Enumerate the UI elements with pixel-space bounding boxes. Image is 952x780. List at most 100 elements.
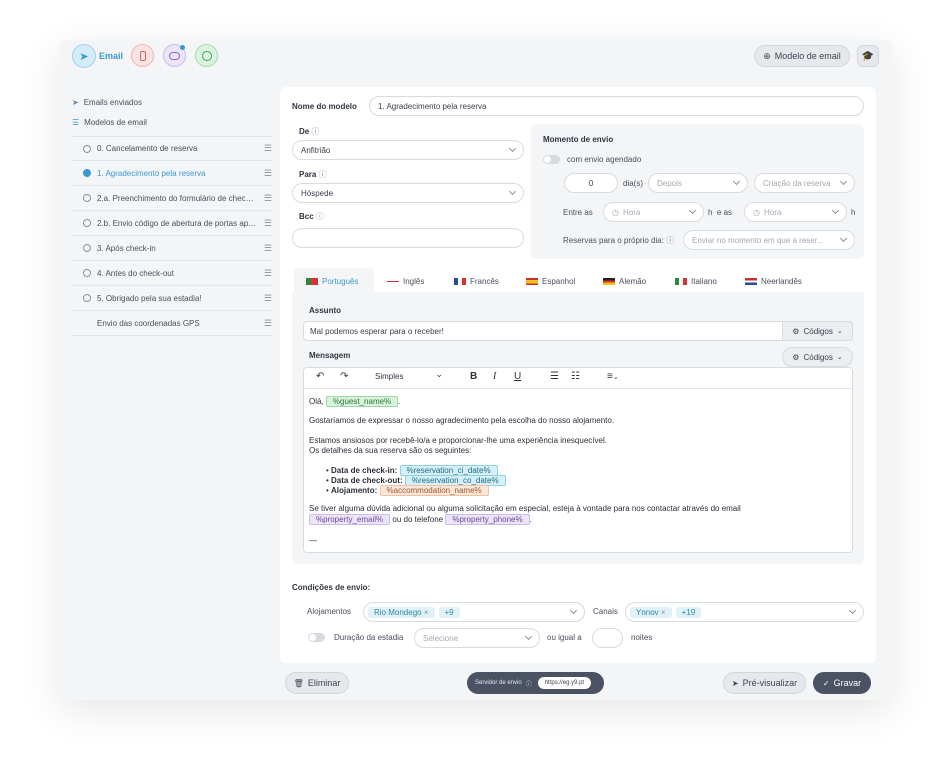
and-label: h e as — [708, 208, 733, 217]
subject-input[interactable]: Mal podemos esperar para o receber! — [303, 321, 853, 341]
chat-icon — [169, 51, 180, 60]
stay-duration-toggle[interactable] — [308, 633, 325, 642]
drag-handle-icon[interactable]: ☰ — [264, 268, 272, 279]
message-codes-button[interactable]: ⚙ Códigos ⌄ — [782, 347, 853, 367]
drag-handle-icon[interactable]: ☰ — [264, 168, 272, 179]
sidebar-item-checkin-form[interactable]: 2.a. Preenchimento do formulário de chec… — [72, 186, 272, 211]
sidebar-item-thanks-stay[interactable]: 5. Obrigado pela sua estadia! ☰ — [72, 286, 272, 311]
sms-channel-button[interactable] — [131, 44, 154, 67]
info-icon: ⓘ — [525, 681, 532, 688]
whatsapp-icon — [201, 50, 212, 61]
bullet-list-icon[interactable]: ☰ — [550, 371, 559, 382]
email-channel-button[interactable]: ➤ — [72, 44, 96, 68]
property-email-tag[interactable]: %property_email% — [309, 514, 391, 525]
tab-dutch[interactable]: Neerlandês — [745, 270, 802, 292]
guest-name-tag[interactable]: %guest_name% — [325, 396, 399, 407]
whatsapp-channel-button[interactable] — [195, 44, 218, 67]
channels-label: Canais — [593, 607, 618, 616]
tab-spanish[interactable]: Espanhol — [526, 270, 575, 292]
tab-french[interactable]: Francês — [454, 270, 499, 292]
days-input[interactable]: 0 — [564, 173, 618, 193]
sidebar-item-door-code[interactable]: 2.b. Envio código de abertura de portas … — [72, 211, 272, 236]
channel-more-chip[interactable]: +19 — [675, 606, 702, 618]
underline-icon[interactable]: U — [514, 371, 521, 382]
gear-icon: ⚙ — [792, 326, 800, 336]
paragraph-2b: Os detalhes da sua reserva são os seguin… — [309, 446, 472, 455]
sidebar-item-before-checkout[interactable]: 4. Antes do check-out ☰ — [72, 261, 272, 286]
sidebar-item-after-checkin[interactable]: 3. Após check-in ☰ — [72, 236, 272, 261]
undo-icon[interactable]: ↶ — [316, 371, 324, 382]
template-icon — [83, 294, 91, 302]
sidebar-email-models[interactable]: ☰ Modelos de email — [72, 118, 147, 127]
info-icon: ⓘ — [318, 170, 327, 179]
sidebar-item-gps[interactable]: Envio das coordenadas GPS ☰ — [72, 311, 272, 336]
same-day-label: Reservas para o próprio dia: ⓘ — [563, 236, 675, 245]
chevron-down-icon — [839, 177, 848, 186]
to-select[interactable]: Hóspede — [292, 183, 524, 203]
same-day-select[interactable]: Enviar no momento em que a reser... — [683, 230, 855, 250]
chevron-down-icon — [688, 206, 697, 215]
message-editor[interactable] — [303, 367, 853, 553]
chat-channel-button[interactable] — [163, 44, 186, 67]
drag-handle-icon[interactable]: ☰ — [264, 218, 272, 229]
stay-duration-select[interactable]: Selecione — [414, 628, 540, 648]
chevron-down-icon — [508, 144, 517, 153]
email-model-button[interactable]: ⊕ Modelo de email — [754, 45, 850, 67]
delete-button[interactable]: 🗑 Eliminar — [285, 672, 349, 694]
drag-handle-icon[interactable]: ☰ — [264, 193, 272, 204]
email-channel-label[interactable]: Email — [99, 51, 123, 61]
nights-label: noites — [631, 633, 653, 642]
tab-english[interactable]: Inglês — [387, 270, 424, 292]
paragraph-3: Se tiver alguma dúvida adicional ou algu… — [309, 504, 741, 513]
bcc-input[interactable] — [292, 228, 524, 248]
chevron-down-icon: ⌄ — [435, 369, 443, 379]
list-item-accommodation: • Alojamento: %accommodation_name% — [326, 485, 489, 496]
accommodation-tag[interactable]: %accommodation_name% — [379, 485, 489, 496]
style-select[interactable]: Simples ⌄ — [375, 369, 445, 381]
sidebar-emails-sent[interactable]: ➤ Emails enviados — [72, 98, 142, 107]
align-icon[interactable]: ≡⌄ — [607, 371, 619, 382]
channel-chip[interactable]: Ynnov × — [630, 606, 672, 618]
flag-pt-icon — [306, 277, 318, 285]
save-button[interactable]: ✓ Gravar — [813, 672, 871, 694]
drag-handle-icon[interactable]: ☰ — [264, 243, 272, 254]
to-label: Para ⓘ — [299, 170, 327, 179]
when-select[interactable]: Depois — [648, 173, 748, 193]
chevron-down-icon: ⌄ — [836, 354, 843, 361]
hour-start-select[interactable]: ◷ Hora — [603, 202, 704, 222]
numbered-list-icon[interactable]: ☷ — [571, 371, 580, 382]
channels-select[interactable]: Ynnov × +19 — [625, 602, 864, 622]
sidebar-item-thanks[interactable]: 1. Agradecimento pela reserva ☰ — [72, 161, 272, 186]
drag-handle-icon[interactable]: ☰ — [264, 293, 272, 304]
tab-german[interactable]: Alemão — [603, 270, 646, 292]
scheduled-toggle[interactable] — [543, 155, 560, 164]
property-phone-tag[interactable]: %property_phone% — [445, 514, 530, 525]
contact-line: %property_email% ou do telefone %propert… — [309, 514, 532, 525]
paragraph-2a: Estamos ansiosos por recebê-lo/a e propo… — [309, 436, 607, 445]
sidebar-item-cancel[interactable]: 0. Cancelamento de reserva ☰ — [72, 136, 272, 161]
accommodation-more-chip[interactable]: +9 — [438, 606, 460, 618]
preview-button[interactable]: ➤ Pré-visualizar — [723, 672, 806, 694]
reference-select[interactable]: Criação da reserva — [754, 173, 855, 193]
help-button[interactable]: 🎓 — [857, 45, 879, 67]
subject-codes-button[interactable]: ⚙ Códigos ⌄ — [782, 321, 853, 341]
model-name-input[interactable]: 1. Agradecimento pela reserva — [369, 96, 864, 116]
signature-line: — — [309, 536, 317, 545]
info-icon: ⓘ — [315, 212, 324, 221]
drag-handle-icon[interactable]: ☰ — [264, 143, 272, 154]
list-icon: ☰ — [72, 118, 80, 127]
italic-icon[interactable]: I — [493, 371, 496, 382]
template-icon — [83, 194, 91, 202]
accommodations-select[interactable]: Rio Mondego × +9 — [363, 602, 585, 622]
tab-portuguese[interactable]: Português — [306, 270, 358, 292]
scheduled-toggle-label: com envio agendado — [567, 155, 642, 164]
nights-input[interactable] — [592, 628, 623, 648]
from-select[interactable]: Anfitrião — [292, 140, 524, 160]
bold-icon[interactable]: B — [470, 371, 477, 382]
drag-handle-icon[interactable]: ☰ — [264, 318, 272, 329]
accommodation-chip[interactable]: Rio Mondego × — [368, 606, 435, 618]
tab-italian[interactable]: Italiano — [675, 270, 717, 292]
hour-end-select[interactable]: ◷ Hora — [744, 202, 847, 222]
days-unit-label: dia(s) — [623, 179, 644, 188]
redo-icon[interactable]: ↷ — [340, 371, 348, 382]
